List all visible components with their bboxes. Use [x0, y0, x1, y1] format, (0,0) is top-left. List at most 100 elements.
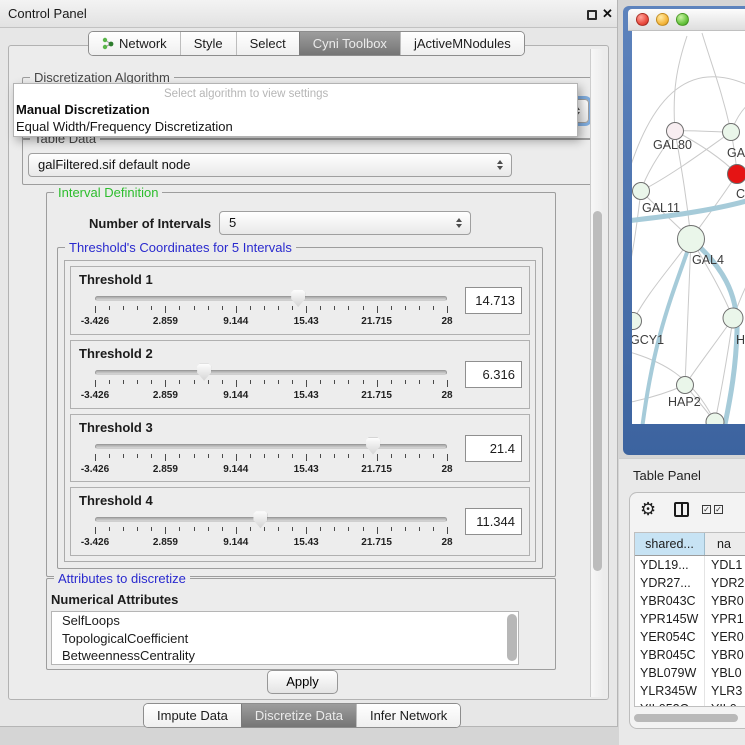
- number-of-intervals-combobox[interactable]: 5: [219, 211, 471, 235]
- content-scrollbar[interactable]: [590, 49, 604, 697]
- cell-name[interactable]: YLR3: [705, 682, 745, 700]
- tick-mark: [447, 527, 448, 534]
- apply-button[interactable]: Apply: [267, 670, 338, 694]
- tick-mark: [123, 454, 124, 458]
- slider-track[interactable]: [95, 517, 447, 522]
- cell-name[interactable]: YIL0: [705, 700, 745, 707]
- cell-shared-name[interactable]: YDL19...: [635, 556, 705, 574]
- cell-name[interactable]: YBR0: [705, 592, 745, 610]
- table-row[interactable]: YBL079WYBL0: [635, 664, 745, 682]
- network-node[interactable]: [677, 377, 694, 394]
- dropdown-item-manual-discretization[interactable]: Manual Discretization: [16, 102, 150, 117]
- gear-icon[interactable]: ⚙: [640, 499, 656, 520]
- tick-mark: [151, 527, 152, 531]
- close-icon[interactable]: ✕: [602, 6, 613, 22]
- cell-shared-name[interactable]: YIL052C: [635, 700, 705, 707]
- tab-discretize-data[interactable]: Discretize Data: [241, 704, 356, 727]
- table-row[interactable]: YBR045CYBR0: [635, 646, 745, 664]
- threshold-value-field[interactable]: 6.316: [465, 361, 522, 388]
- column-header-name[interactable]: na: [705, 533, 745, 555]
- threshold-slider[interactable]: -3.4262.8599.14415.4321.71528: [95, 296, 447, 330]
- slider-thumb[interactable]: [366, 438, 380, 455]
- tick-mark: [447, 454, 448, 461]
- tab-infer-network[interactable]: Infer Network: [356, 704, 460, 727]
- close-traffic-light-icon[interactable]: [636, 13, 649, 26]
- table-row[interactable]: YER054CYER0: [635, 628, 745, 646]
- network-node[interactable]: [667, 123, 684, 140]
- float-window-icon[interactable]: [587, 10, 597, 20]
- table-row[interactable]: YPR145WYPR1: [635, 610, 745, 628]
- column-header-shared-name[interactable]: shared...: [635, 533, 705, 555]
- node-label: GAL80: [653, 138, 692, 152]
- threshold-slider[interactable]: -3.4262.8599.14415.4321.71528: [95, 517, 447, 551]
- tick-mark: [433, 527, 434, 531]
- cyni-toolbox-content: Discretization Algorithm Table Data galF…: [8, 45, 609, 700]
- threshold-slider[interactable]: -3.4262.8599.14415.4321.71528: [95, 444, 447, 478]
- slider-thumb[interactable]: [197, 364, 211, 381]
- cell-name[interactable]: YER0: [705, 628, 745, 646]
- cell-shared-name[interactable]: YBR045C: [635, 646, 705, 664]
- network-node[interactable]: [723, 308, 743, 328]
- table-row[interactable]: YLR345WYLR3: [635, 682, 745, 700]
- list-scrollbar[interactable]: [507, 614, 517, 661]
- threshold-value-field[interactable]: 21.4: [465, 435, 522, 462]
- slider-track[interactable]: [95, 444, 447, 449]
- table-row[interactable]: YDR27...YDR2: [635, 574, 745, 592]
- tick-mark: [419, 454, 420, 458]
- tab-impute-data[interactable]: Impute Data: [144, 704, 241, 727]
- attribute-list-item[interactable]: BetweennessCentrality: [52, 647, 518, 665]
- attribute-list-item[interactable]: TopologicalCoefficient: [52, 630, 518, 648]
- slider-thumb[interactable]: [253, 511, 267, 528]
- numerical-attributes-list[interactable]: SelfLoopsTopologicalCoefficientBetweenne…: [51, 611, 519, 665]
- zoom-traffic-light-icon[interactable]: [676, 13, 689, 26]
- table-data-combobox[interactable]: galFiltered.sif default node: [28, 153, 512, 177]
- cell-shared-name[interactable]: YBR043C: [635, 592, 705, 610]
- tab-select[interactable]: Select: [236, 32, 299, 55]
- cell-shared-name[interactable]: YLR345W: [635, 682, 705, 700]
- attribute-list-item[interactable]: SelfLoops: [52, 612, 518, 630]
- threshold-value-field[interactable]: 14.713: [465, 287, 522, 314]
- cell-name[interactable]: YBR0: [705, 646, 745, 664]
- dropdown-hint-item[interactable]: Select algorithm to view settings: [164, 88, 328, 100]
- slider-track[interactable]: [95, 370, 447, 375]
- slider-thumb[interactable]: [291, 290, 305, 307]
- dropdown-item-equal-width-frequency[interactable]: Equal Width/Frequency Discretization: [16, 119, 233, 134]
- cell-name[interactable]: YDR2: [705, 574, 745, 592]
- column-layout-icon[interactable]: [674, 502, 689, 517]
- cell-name[interactable]: YPR1: [705, 610, 745, 628]
- tick-mark: [208, 454, 209, 458]
- cell-shared-name[interactable]: YDR27...: [635, 574, 705, 592]
- tab-style[interactable]: Style: [180, 32, 236, 55]
- network-canvas[interactable]: GAL80GALCGAL11GAL4GCY1HHAP2: [632, 31, 745, 424]
- network-node[interactable]: [723, 124, 740, 141]
- table-row[interactable]: YBR043CYBR0: [635, 592, 745, 610]
- scrollbar-thumb[interactable]: [634, 714, 738, 722]
- cell-name[interactable]: YDL1: [705, 556, 745, 574]
- cell-shared-name[interactable]: YBL079W: [635, 664, 705, 682]
- table-horizontal-scrollbar[interactable]: [634, 714, 742, 722]
- network-node[interactable]: [633, 183, 650, 200]
- threshold-slider[interactable]: -3.4262.8599.14415.4321.71528: [95, 370, 447, 404]
- tab-jactivemnodules[interactable]: jActiveMNodules: [400, 32, 524, 55]
- network-node[interactable]: [728, 165, 745, 184]
- cell-name[interactable]: YBL0: [705, 664, 745, 682]
- network-node[interactable]: [678, 226, 705, 253]
- tick-mark: [151, 380, 152, 384]
- table-row[interactable]: YIL052CYIL0: [635, 700, 745, 707]
- node-table[interactable]: shared... na YDL19...YDL1YDR27...YDR2YBR…: [634, 532, 745, 707]
- network-node[interactable]: [632, 313, 642, 330]
- scrollbar-thumb[interactable]: [593, 211, 602, 571]
- cell-shared-name[interactable]: YPR145W: [635, 610, 705, 628]
- slider-track[interactable]: [95, 296, 447, 301]
- tick-label: 15.43: [294, 390, 319, 401]
- tab-network[interactable]: Network: [89, 32, 180, 55]
- threshold-value-field[interactable]: 11.344: [465, 508, 522, 535]
- table-row[interactable]: YDL19...YDL1: [635, 556, 745, 574]
- tick-mark: [250, 454, 251, 458]
- checkbox-icon[interactable]: ✓: [702, 505, 711, 514]
- tab-cyni-toolbox[interactable]: Cyni Toolbox: [299, 32, 400, 55]
- minimize-traffic-light-icon[interactable]: [656, 13, 669, 26]
- cell-shared-name[interactable]: YER054C: [635, 628, 705, 646]
- checkbox-icon[interactable]: ✓: [714, 505, 723, 514]
- table-panel-title: Table Panel: [633, 468, 701, 483]
